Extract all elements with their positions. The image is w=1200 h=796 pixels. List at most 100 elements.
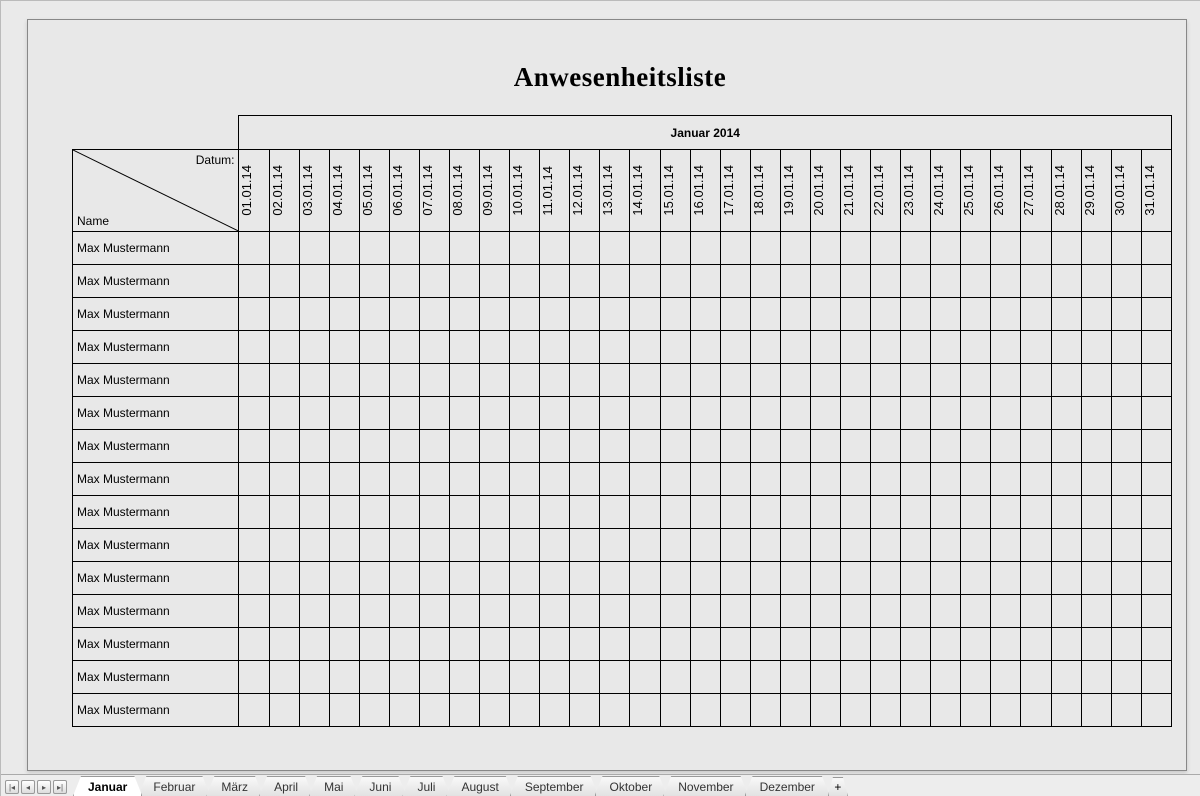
- attendance-cell[interactable]: [991, 529, 1021, 562]
- attendance-cell[interactable]: [1141, 463, 1171, 496]
- attendance-cell[interactable]: [961, 331, 991, 364]
- attendance-cell[interactable]: [1081, 562, 1111, 595]
- attendance-cell[interactable]: [660, 628, 690, 661]
- attendance-cell[interactable]: [510, 562, 540, 595]
- attendance-cell[interactable]: [1081, 265, 1111, 298]
- attendance-cell[interactable]: [389, 265, 419, 298]
- attendance-cell[interactable]: [540, 661, 570, 694]
- attendance-cell[interactable]: [239, 496, 269, 529]
- attendance-cell[interactable]: [1051, 232, 1081, 265]
- attendance-cell[interactable]: [299, 595, 329, 628]
- attendance-cell[interactable]: [239, 265, 269, 298]
- attendance-cell[interactable]: [1021, 529, 1051, 562]
- attendance-cell[interactable]: [750, 562, 780, 595]
- name-cell[interactable]: Max Mustermann: [73, 232, 239, 265]
- attendance-cell[interactable]: [1141, 595, 1171, 628]
- attendance-cell[interactable]: [359, 265, 389, 298]
- name-cell[interactable]: Max Mustermann: [73, 265, 239, 298]
- attendance-cell[interactable]: [961, 364, 991, 397]
- attendance-cell[interactable]: [239, 331, 269, 364]
- attendance-cell[interactable]: [419, 397, 449, 430]
- attendance-cell[interactable]: [690, 430, 720, 463]
- attendance-cell[interactable]: [1111, 628, 1141, 661]
- attendance-cell[interactable]: [690, 364, 720, 397]
- attendance-cell[interactable]: [299, 529, 329, 562]
- tab-last-button[interactable]: ▸|: [53, 780, 67, 794]
- attendance-cell[interactable]: [570, 694, 600, 727]
- attendance-cell[interactable]: [991, 562, 1021, 595]
- attendance-cell[interactable]: [239, 661, 269, 694]
- attendance-cell[interactable]: [1141, 364, 1171, 397]
- attendance-cell[interactable]: [450, 595, 480, 628]
- attendance-cell[interactable]: [901, 628, 931, 661]
- attendance-cell[interactable]: [841, 298, 871, 331]
- attendance-cell[interactable]: [600, 265, 630, 298]
- attendance-cell[interactable]: [1051, 595, 1081, 628]
- attendance-cell[interactable]: [419, 628, 449, 661]
- attendance-cell[interactable]: [991, 265, 1021, 298]
- attendance-cell[interactable]: [299, 694, 329, 727]
- attendance-cell[interactable]: [810, 628, 840, 661]
- attendance-cell[interactable]: [660, 694, 690, 727]
- attendance-cell[interactable]: [660, 463, 690, 496]
- attendance-cell[interactable]: [871, 331, 901, 364]
- attendance-cell[interactable]: [1141, 265, 1171, 298]
- attendance-cell[interactable]: [450, 265, 480, 298]
- attendance-cell[interactable]: [540, 694, 570, 727]
- attendance-cell[interactable]: [480, 694, 510, 727]
- attendance-cell[interactable]: [720, 529, 750, 562]
- attendance-cell[interactable]: [630, 364, 660, 397]
- attendance-cell[interactable]: [1081, 397, 1111, 430]
- attendance-cell[interactable]: [600, 364, 630, 397]
- attendance-cell[interactable]: [810, 364, 840, 397]
- attendance-cell[interactable]: [1081, 529, 1111, 562]
- attendance-cell[interactable]: [1021, 694, 1051, 727]
- attendance-cell[interactable]: [780, 529, 810, 562]
- attendance-cell[interactable]: [810, 562, 840, 595]
- attendance-cell[interactable]: [419, 562, 449, 595]
- attendance-cell[interactable]: [269, 661, 299, 694]
- attendance-cell[interactable]: [961, 397, 991, 430]
- attendance-cell[interactable]: [810, 265, 840, 298]
- attendance-cell[interactable]: [450, 463, 480, 496]
- name-cell[interactable]: Max Mustermann: [73, 595, 239, 628]
- attendance-cell[interactable]: [780, 628, 810, 661]
- attendance-cell[interactable]: [239, 529, 269, 562]
- attendance-cell[interactable]: [991, 628, 1021, 661]
- attendance-cell[interactable]: [299, 397, 329, 430]
- attendance-cell[interactable]: [780, 661, 810, 694]
- attendance-cell[interactable]: [419, 463, 449, 496]
- attendance-cell[interactable]: [991, 661, 1021, 694]
- attendance-cell[interactable]: [841, 463, 871, 496]
- attendance-cell[interactable]: [690, 562, 720, 595]
- attendance-cell[interactable]: [480, 496, 510, 529]
- sheet-tab-august[interactable]: August: [446, 776, 513, 796]
- attendance-cell[interactable]: [810, 463, 840, 496]
- attendance-cell[interactable]: [480, 430, 510, 463]
- sheet-tab-mai[interactable]: Mai: [309, 776, 358, 796]
- attendance-cell[interactable]: [630, 298, 660, 331]
- attendance-cell[interactable]: [1111, 661, 1141, 694]
- attendance-cell[interactable]: [299, 628, 329, 661]
- attendance-cell[interactable]: [359, 430, 389, 463]
- attendance-cell[interactable]: [299, 298, 329, 331]
- attendance-cell[interactable]: [1021, 496, 1051, 529]
- attendance-cell[interactable]: [901, 265, 931, 298]
- name-cell[interactable]: Max Mustermann: [73, 628, 239, 661]
- attendance-cell[interactable]: [570, 661, 600, 694]
- attendance-cell[interactable]: [690, 298, 720, 331]
- attendance-cell[interactable]: [660, 298, 690, 331]
- attendance-cell[interactable]: [570, 232, 600, 265]
- name-cell[interactable]: Max Mustermann: [73, 364, 239, 397]
- attendance-cell[interactable]: [660, 364, 690, 397]
- attendance-cell[interactable]: [630, 265, 660, 298]
- attendance-cell[interactable]: [931, 232, 961, 265]
- attendance-cell[interactable]: [961, 694, 991, 727]
- sheet-tab-november[interactable]: November: [663, 776, 748, 796]
- attendance-cell[interactable]: [269, 628, 299, 661]
- attendance-cell[interactable]: [1141, 661, 1171, 694]
- attendance-cell[interactable]: [991, 430, 1021, 463]
- attendance-cell[interactable]: [570, 298, 600, 331]
- attendance-cell[interactable]: [1051, 397, 1081, 430]
- attendance-cell[interactable]: [720, 628, 750, 661]
